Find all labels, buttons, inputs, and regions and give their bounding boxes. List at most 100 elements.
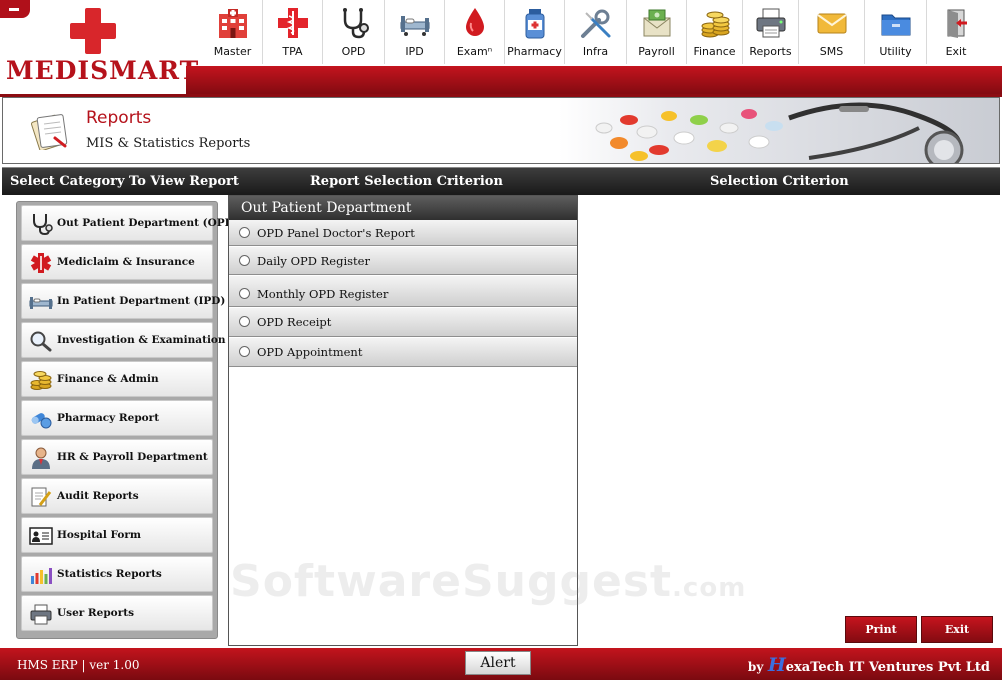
radio-button[interactable] <box>239 227 250 238</box>
nav-exam[interactable]: Examⁿ <box>445 0 505 64</box>
medicine-bottle-icon <box>525 9 544 39</box>
logo-cross-icon <box>70 8 116 54</box>
alert-button[interactable]: Alert <box>465 651 531 675</box>
header-red-band <box>186 66 1002 96</box>
category-statistics[interactable]: Statistics Reports <box>21 556 213 592</box>
hospital-bed-icon <box>400 16 429 36</box>
category-opd[interactable]: Out Patient Department (OPD) <box>21 205 239 241</box>
category-investigation[interactable]: Investigation & Examination <box>21 322 226 358</box>
report-criterion-heading: Report Selection Criterion <box>310 174 503 189</box>
person-icon <box>32 447 50 469</box>
printer-icon <box>30 604 52 625</box>
version-label: HMS ERP | ver 1.00 <box>17 658 140 672</box>
report-option-appointment[interactable]: OPD Appointment <box>229 338 577 367</box>
envelope-icon <box>816 13 847 34</box>
nav-label: IPD <box>405 45 424 58</box>
stethoscope-icon <box>33 214 53 235</box>
document-pencil-icon <box>31 487 52 507</box>
pills-icon <box>31 413 52 429</box>
print-button[interactable]: Print <box>845 616 917 643</box>
nav-reports[interactable]: Reports <box>743 0 799 64</box>
nav-pharmacy[interactable]: Pharmacy <box>505 0 565 64</box>
category-label: Audit Reports <box>57 490 139 502</box>
exit-button[interactable]: Exit <box>921 616 993 643</box>
nav-finance[interactable]: Finance <box>687 0 743 64</box>
stethoscope-icon <box>342 8 369 39</box>
radio-button[interactable] <box>239 316 250 327</box>
report-option-label: OPD Panel Doctor's Report <box>257 226 415 240</box>
nav-master[interactable]: Master <box>203 0 263 64</box>
page-title: Reports <box>86 108 152 128</box>
nav-opd[interactable]: OPD <box>323 0 385 64</box>
category-list: Out Patient Department (OPD) Mediclaim &… <box>16 201 239 639</box>
wrench-screwdriver-icon <box>580 9 610 38</box>
report-panel-title: Out Patient Department <box>229 196 577 220</box>
bar-chart-icon <box>31 568 52 584</box>
report-option-label: Daily OPD Register <box>257 254 370 268</box>
category-label: User Reports <box>57 607 134 619</box>
radio-button[interactable] <box>239 346 250 357</box>
nav-label: OPD <box>341 45 366 58</box>
nav-infra[interactable]: Infra <box>565 0 627 64</box>
report-option-receipt[interactable]: OPD Receipt <box>229 308 577 337</box>
hospital-bed-icon <box>29 297 53 309</box>
nav-ipd[interactable]: IPD <box>385 0 445 64</box>
category-label: Mediclaim & Insurance <box>57 256 195 268</box>
category-label: Out Patient Department (OPD) <box>57 217 239 229</box>
window-menu-button[interactable] <box>0 0 30 18</box>
category-audit[interactable]: Audit Reports <box>21 478 213 514</box>
radio-button[interactable] <box>239 288 250 299</box>
nav-tpa[interactable]: TPA <box>263 0 323 64</box>
category-label: Investigation & Examination <box>57 334 226 346</box>
nav-label: Utility <box>879 45 912 58</box>
category-mediclaim[interactable]: Mediclaim & Insurance <box>21 244 213 280</box>
coin-stack-icon <box>30 371 52 390</box>
nav-label: Examⁿ <box>456 45 493 58</box>
magnifier-icon <box>30 331 52 352</box>
app-header: MEDISMART Master TPA OPD IPD Examⁿ Pharm… <box>0 0 1002 97</box>
nav-label: Finance <box>693 45 736 58</box>
nav-label: Payroll <box>638 45 675 58</box>
category-label: Pharmacy Report <box>57 412 160 424</box>
nav-payroll[interactable]: Payroll <box>627 0 687 64</box>
exit-door-icon <box>947 9 967 38</box>
nav-sms[interactable]: SMS <box>799 0 865 64</box>
report-option-label: OPD Appointment <box>257 345 363 359</box>
report-option-daily-register[interactable]: Daily OPD Register <box>229 247 577 275</box>
nav-label: Infra <box>582 45 609 58</box>
nav-label: Pharmacy <box>507 45 562 58</box>
red-cross-caduceus-icon <box>277 8 308 38</box>
radio-button[interactable] <box>239 255 250 266</box>
printer-icon <box>756 8 785 38</box>
category-user-reports[interactable]: User Reports <box>21 595 213 631</box>
report-clipboard-icon <box>31 114 68 150</box>
selection-criterion-heading: Selection Criterion <box>710 174 849 189</box>
nav-label: Master <box>213 45 252 58</box>
id-card-icon <box>29 527 53 545</box>
main-nav: Master TPA OPD IPD Examⁿ Pharmacy Infra … <box>203 0 985 64</box>
coin-stack-icon <box>701 11 729 38</box>
category-label: HR & Payroll Department <box>57 451 208 463</box>
app-logo-text: MEDISMART <box>6 56 200 85</box>
category-hospital-form[interactable]: Hospital Form <box>21 517 213 553</box>
category-pharmacy[interactable]: Pharmacy Report <box>21 400 213 436</box>
nav-label: TPA <box>282 45 303 58</box>
page-banner: Reports MIS & Statistics Reports <box>2 97 1000 164</box>
category-ipd[interactable]: In Patient Department (IPD) <box>21 283 225 319</box>
report-option-panel-doctors[interactable]: OPD Panel Doctor's Report <box>229 220 577 246</box>
nav-label: Exit <box>945 45 967 58</box>
nav-utility[interactable]: Utility <box>865 0 927 64</box>
report-option-label: Monthly OPD Register <box>257 287 389 301</box>
category-hr-payroll[interactable]: HR & Payroll Department <box>21 439 213 475</box>
status-footer: HMS ERP | ver 1.00 Alert by HexaTech IT … <box>0 648 1002 680</box>
category-finance[interactable]: Finance & Admin <box>21 361 213 397</box>
category-label: Hospital Form <box>57 529 141 541</box>
report-option-monthly-register[interactable]: Monthly OPD Register <box>229 276 577 307</box>
category-label: In Patient Department (IPD) <box>57 295 226 307</box>
nav-exit[interactable]: Exit <box>927 0 985 64</box>
category-label: Finance & Admin <box>57 373 159 385</box>
nav-label: SMS <box>819 45 844 58</box>
pills-stethoscope-banner-image <box>559 98 999 163</box>
hospital-building-icon <box>218 9 247 38</box>
vendor-credit: by HexaTech IT Ventures Pvt Ltd <box>747 654 990 676</box>
